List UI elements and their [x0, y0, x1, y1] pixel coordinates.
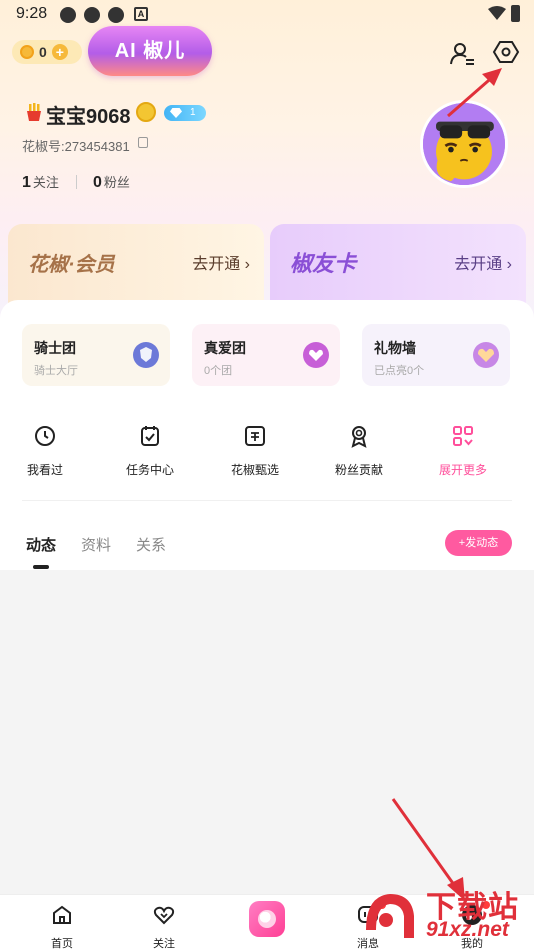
avatar[interactable]: [420, 100, 508, 188]
club-true-love[interactable]: 真爱团 0个团: [192, 324, 340, 386]
club-title: 骑士团: [34, 340, 76, 356]
following-label: 关注: [32, 175, 59, 190]
tool-history[interactable]: 我看过: [5, 424, 85, 478]
level-badge: 1: [164, 105, 206, 121]
vip-membership-card[interactable]: 花椒·会员 去开通 ›: [8, 224, 264, 304]
battery-icon: [511, 5, 520, 22]
notification-icon: [108, 7, 124, 23]
ribbon-medal-icon: [351, 426, 367, 448]
selection-icon: [245, 426, 265, 446]
notification-icon: [60, 7, 76, 23]
tool-expand-more[interactable]: 展开更多: [423, 424, 503, 478]
avatar-image: [423, 103, 505, 185]
nav-following[interactable]: 关注: [134, 903, 194, 950]
coin-count: 0: [39, 44, 47, 60]
club-knights[interactable]: 骑士团 骑士大厅: [22, 324, 170, 386]
fan-card[interactable]: 椒友卡 去开通 ›: [270, 224, 526, 304]
club-gift-wall[interactable]: 礼物墙 已点亮0个: [362, 324, 510, 386]
status-time: 9:28: [16, 5, 48, 22]
level-value: 1: [190, 107, 196, 118]
tab-info[interactable]: 资料: [81, 534, 111, 555]
nickname: 宝宝9068: [46, 106, 131, 128]
watermark-logo-icon: [366, 894, 414, 938]
club-title: 真爱团: [204, 340, 246, 356]
notification-a-icon: A: [134, 7, 148, 21]
nav-label: 首页: [51, 938, 73, 950]
club-subtitle: 骑士大厅: [34, 365, 78, 377]
watermark-url: 91xz.net: [426, 918, 509, 941]
tool-selection[interactable]: 花椒甄选: [215, 424, 295, 478]
status-bar: 9:28 A: [0, 0, 534, 28]
tool-task-center[interactable]: 任务中心: [110, 424, 190, 478]
gift-heart-icon: [473, 342, 499, 368]
tool-label: 粉丝贡献: [334, 463, 383, 477]
new-post-button[interactable]: +发动态: [445, 530, 512, 556]
home-icon: [53, 905, 71, 924]
following-count: 1: [22, 174, 31, 191]
tool-label: 展开更多: [438, 463, 487, 477]
following-stat[interactable]: 1 关注: [22, 172, 59, 192]
user-id: 花椒号:273454381: [22, 139, 130, 154]
clock-icon: [35, 426, 55, 446]
fans-stat[interactable]: 0 粉丝: [93, 172, 130, 192]
switch-account-icon[interactable]: [448, 40, 476, 68]
diamond-icon: [170, 108, 182, 118]
club-subtitle: 0个团: [204, 365, 233, 377]
add-coin-icon[interactable]: +: [51, 44, 68, 60]
coin-icon: [20, 45, 34, 59]
vip-activate-link[interactable]: 去开通 ›: [192, 250, 250, 274]
fries-badge-icon: [27, 103, 41, 121]
grid-more-icon: [453, 426, 473, 446]
club-title: 礼物墙: [374, 340, 416, 356]
copy-icon[interactable]: [138, 137, 148, 148]
love-group-icon: [303, 342, 329, 368]
club-subtitle: 已点亮0个: [374, 365, 425, 377]
notification-icon: [84, 7, 100, 23]
vip-card-title: 花椒·会员: [28, 254, 115, 276]
tool-label: 任务中心: [125, 463, 174, 477]
tab-posts[interactable]: 动态: [26, 534, 56, 555]
tool-label: 花椒甄选: [230, 463, 279, 477]
knight-shield-icon: [133, 342, 159, 368]
active-tab-indicator: [33, 565, 49, 569]
nav-home[interactable]: 首页: [32, 903, 92, 950]
wifi-icon: [488, 6, 506, 20]
live-camera-icon[interactable]: [249, 901, 285, 937]
tool-label: 我看过: [26, 463, 63, 477]
section-divider: [22, 500, 512, 501]
stat-divider: [76, 175, 77, 189]
site-watermark: 下载站 91xz.net: [360, 882, 532, 948]
ai-assistant-button[interactable]: AI 椒儿: [88, 26, 212, 76]
tool-fan-contribution[interactable]: 粉丝贡献: [319, 424, 399, 478]
fans-count: 0: [93, 174, 102, 191]
nav-label: 关注: [153, 938, 175, 950]
fan-card-title: 椒友卡: [290, 251, 357, 276]
fan-activate-link[interactable]: 去开通 ›: [454, 250, 512, 274]
moon-badge-icon: [136, 102, 156, 122]
settings-icon[interactable]: [492, 38, 520, 66]
task-check-icon: [141, 426, 159, 446]
fans-label: 粉丝: [103, 175, 130, 190]
coin-balance[interactable]: 0 +: [12, 40, 82, 64]
heart-icon: [153, 906, 175, 925]
tab-relations[interactable]: 关系: [136, 534, 166, 555]
